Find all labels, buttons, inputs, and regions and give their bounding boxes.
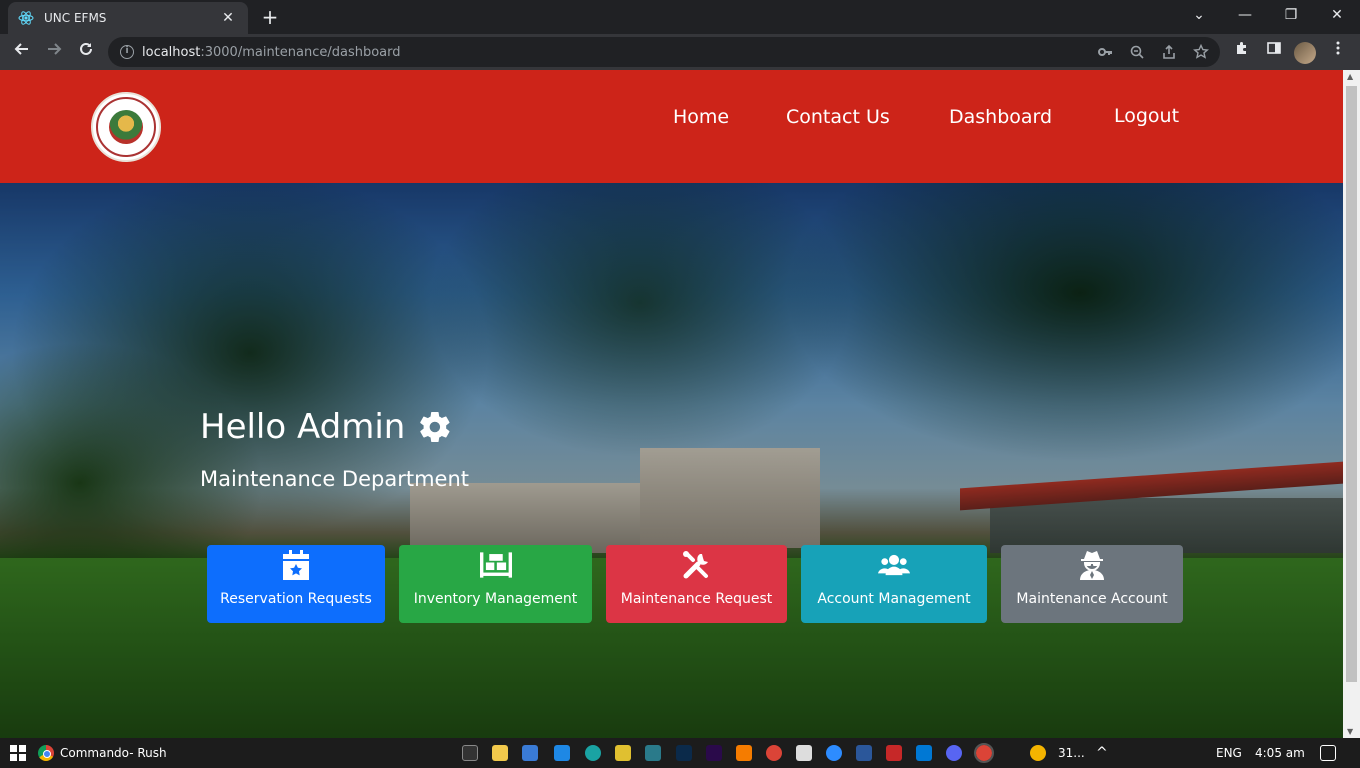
- seal-ring: [96, 97, 156, 157]
- page-scrollbar[interactable]: ▲ ▼: [1343, 70, 1360, 738]
- address-bar[interactable]: i localhost:3000/maintenance/dashboard: [108, 37, 1220, 67]
- tile-label: Maintenance Request: [620, 591, 773, 607]
- bookmark-star-icon[interactable]: [1192, 43, 1210, 62]
- gear-icon[interactable]: [417, 409, 453, 445]
- department-subtitle: Maintenance Department: [200, 467, 469, 491]
- minimize-button[interactable]: —: [1222, 0, 1268, 30]
- profile-avatar[interactable]: [1294, 42, 1316, 64]
- zoom-app-icon[interactable]: [826, 745, 842, 761]
- clock[interactable]: 4:05 am: [1255, 738, 1305, 768]
- close-tab-icon[interactable]: ✕: [218, 10, 238, 26]
- reservation-requests-button[interactable]: Reservation Requests: [207, 545, 385, 623]
- notification-icon[interactable]: [1320, 745, 1336, 761]
- hero-overlay: [0, 183, 1343, 738]
- discord-icon[interactable]: [946, 745, 962, 761]
- file-explorer-icon[interactable]: [492, 745, 508, 761]
- chrome-taskbar-icon[interactable]: [766, 745, 782, 761]
- hero-banner: Hello Admin Maintenance Department Reser…: [0, 183, 1343, 738]
- browser-tab-strip: UNC EFMS ✕ + ⌄ — ❐ ✕: [0, 0, 1360, 34]
- tab-search-icon[interactable]: ⌄: [1176, 0, 1222, 30]
- reload-icon[interactable]: [72, 38, 100, 66]
- zoom-icon[interactable]: [1128, 44, 1146, 62]
- chrome-icon: [38, 745, 54, 761]
- browser-toolbar: i localhost:3000/maintenance/dashboard: [0, 34, 1360, 70]
- inventory-management-button[interactable]: Inventory Management: [399, 545, 592, 623]
- tab-title: UNC EFMS: [44, 11, 107, 25]
- key-icon[interactable]: [1096, 44, 1114, 62]
- seal-emblem: [109, 110, 143, 144]
- calendar-star-icon: [280, 549, 312, 581]
- extensions-icon[interactable]: [1230, 40, 1254, 64]
- edge-icon[interactable]: [585, 745, 601, 761]
- weather-icon[interactable]: [1030, 745, 1046, 761]
- forward-icon[interactable]: [40, 38, 68, 66]
- scrollbar-thumb[interactable]: [1346, 86, 1357, 682]
- nav-home[interactable]: Home: [673, 106, 729, 128]
- scroll-up-arrow-icon[interactable]: ▲: [1347, 72, 1353, 81]
- windows-taskbar: Commando- Rush 31... ^ ENG 4:05 am: [0, 738, 1360, 768]
- account-management-button[interactable]: Account Management: [801, 545, 987, 623]
- url-path: :3000/maintenance/dashboard: [200, 44, 401, 60]
- nav-logout[interactable]: Logout: [1114, 105, 1179, 127]
- scroll-down-arrow-icon[interactable]: ▼: [1347, 727, 1353, 736]
- university-seal-logo[interactable]: [91, 92, 161, 162]
- pallet-icon: [479, 549, 512, 581]
- active-app-title: Commando- Rush: [60, 746, 167, 760]
- sticky-app-icon[interactable]: [615, 745, 631, 761]
- site-header: Home Contact Us Dashboard Logout: [0, 70, 1343, 183]
- windows-start-icon[interactable]: [10, 745, 26, 761]
- maintenance-account-button[interactable]: Maintenance Account: [1001, 545, 1183, 623]
- tile-label: Maintenance Account: [1016, 591, 1168, 607]
- terminal-icon[interactable]: [645, 745, 661, 761]
- epic-games-icon[interactable]: [462, 745, 478, 761]
- greeting: Hello Admin: [200, 407, 453, 447]
- photoshop-icon[interactable]: [676, 745, 692, 761]
- app-icon[interactable]: [886, 745, 902, 761]
- react-icon: [18, 10, 34, 26]
- nav-dashboard[interactable]: Dashboard: [949, 106, 1052, 128]
- restore-button[interactable]: ❐: [1268, 0, 1314, 30]
- greeting-text: Hello Admin: [200, 407, 406, 447]
- maintenance-request-button[interactable]: Maintenance Request: [606, 545, 787, 623]
- tile-label: Reservation Requests: [220, 591, 372, 607]
- mail-icon[interactable]: [916, 745, 932, 761]
- taskbar-active-app[interactable]: Commando- Rush: [38, 738, 167, 768]
- url-host: localhost: [142, 44, 201, 60]
- xampp-icon[interactable]: [736, 745, 752, 761]
- site-info-icon[interactable]: i: [120, 45, 134, 59]
- menu-kebab-icon[interactable]: [1326, 40, 1350, 64]
- vscode-icon[interactable]: [554, 745, 570, 761]
- weather-temp[interactable]: 31...: [1058, 738, 1085, 768]
- tile-label: Inventory Management: [413, 591, 578, 607]
- premiere-icon[interactable]: [706, 745, 722, 761]
- language-indicator[interactable]: ENG: [1216, 738, 1242, 768]
- tools-icon: [681, 549, 713, 581]
- users-icon: [878, 549, 910, 581]
- page-viewport: Home Contact Us Dashboard Logout Hello A…: [0, 70, 1343, 738]
- word-icon[interactable]: [856, 745, 872, 761]
- chrome-active-icon[interactable]: [974, 743, 994, 763]
- back-icon[interactable]: [8, 38, 36, 66]
- browser-tab[interactable]: UNC EFMS ✕: [8, 2, 248, 34]
- side-panel-icon[interactable]: [1262, 40, 1286, 64]
- store-icon[interactable]: [522, 745, 538, 761]
- user-secret-icon: [1076, 549, 1108, 581]
- close-window-button[interactable]: ✕: [1314, 0, 1360, 30]
- app-icon[interactable]: [796, 745, 812, 761]
- tray-expand-icon[interactable]: ^: [1096, 738, 1108, 768]
- new-tab-button[interactable]: +: [258, 5, 282, 29]
- nav-contact-us[interactable]: Contact Us: [786, 106, 890, 128]
- share-icon[interactable]: [1160, 44, 1178, 62]
- tile-label: Account Management: [817, 591, 971, 607]
